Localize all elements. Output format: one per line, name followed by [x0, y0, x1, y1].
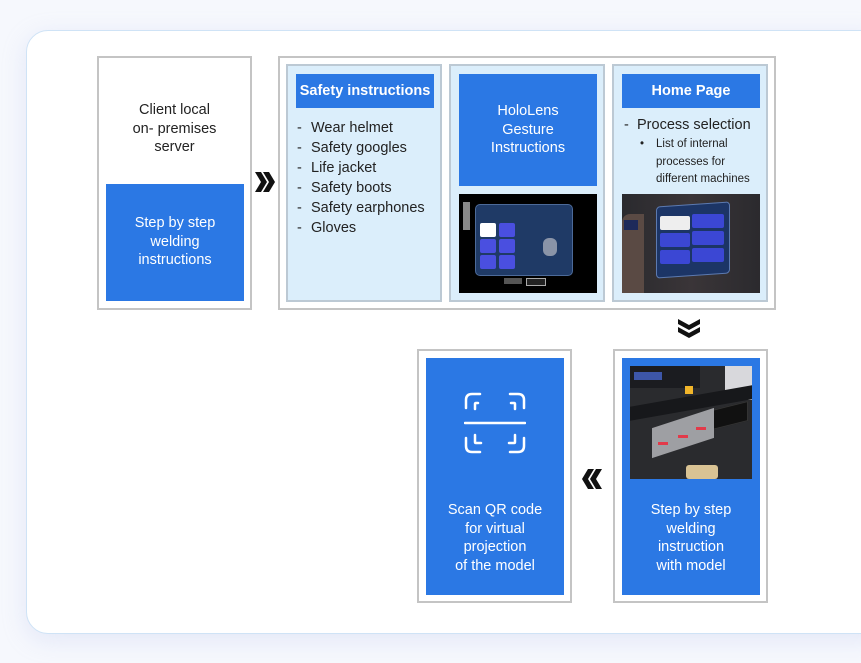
model-caption: Step by step welding instruction with mo… [650, 502, 732, 574]
safety-list: Wear helmet Safety googles Life jacket S… [297, 118, 425, 238]
safety-item: Wear helmet [297, 118, 425, 138]
gesture-panel: HoloLens Gesture Instructions [449, 64, 605, 302]
safety-item: Gloves [297, 218, 425, 238]
home-panel: Home Page - Process selection • List of i… [612, 64, 768, 302]
server-box: Client local on- premises server Step by… [97, 56, 252, 310]
home-sub-list: • List of internal processes for differe… [640, 138, 750, 185]
server-instructions-block: Step by step welding instructions [106, 184, 244, 301]
double-chevron-left-icon [582, 469, 602, 489]
safety-item: Safety earphones [297, 198, 425, 218]
gesture-title-block: HoloLens Gesture Instructions [459, 74, 597, 186]
welding-model-photo [630, 366, 752, 479]
home-item: - Process selection [624, 117, 751, 133]
model-box: Step by step welding instruction with mo… [613, 349, 768, 603]
hololens-gestures-screenshot [459, 194, 597, 293]
safety-header: Safety instructions [296, 74, 434, 108]
qr-caption: Scan QR code for virtual projection of t… [447, 502, 543, 574]
safety-item: Safety boots [297, 178, 425, 198]
double-chevron-down-icon [678, 319, 700, 338]
safety-item: Safety googles [297, 138, 425, 158]
qr-box: Scan QR code for virtual projection of t… [417, 349, 572, 603]
server-title: Client local on- premises server [132, 102, 217, 155]
process-selection-screenshot [622, 194, 760, 293]
qr-scan-icon [464, 392, 526, 454]
home-header: Home Page [622, 74, 760, 108]
double-chevron-right-icon [255, 172, 275, 192]
safety-panel: Safety instructions Wear helmet Safety g… [286, 64, 442, 302]
safety-item: Life jacket [297, 158, 425, 178]
